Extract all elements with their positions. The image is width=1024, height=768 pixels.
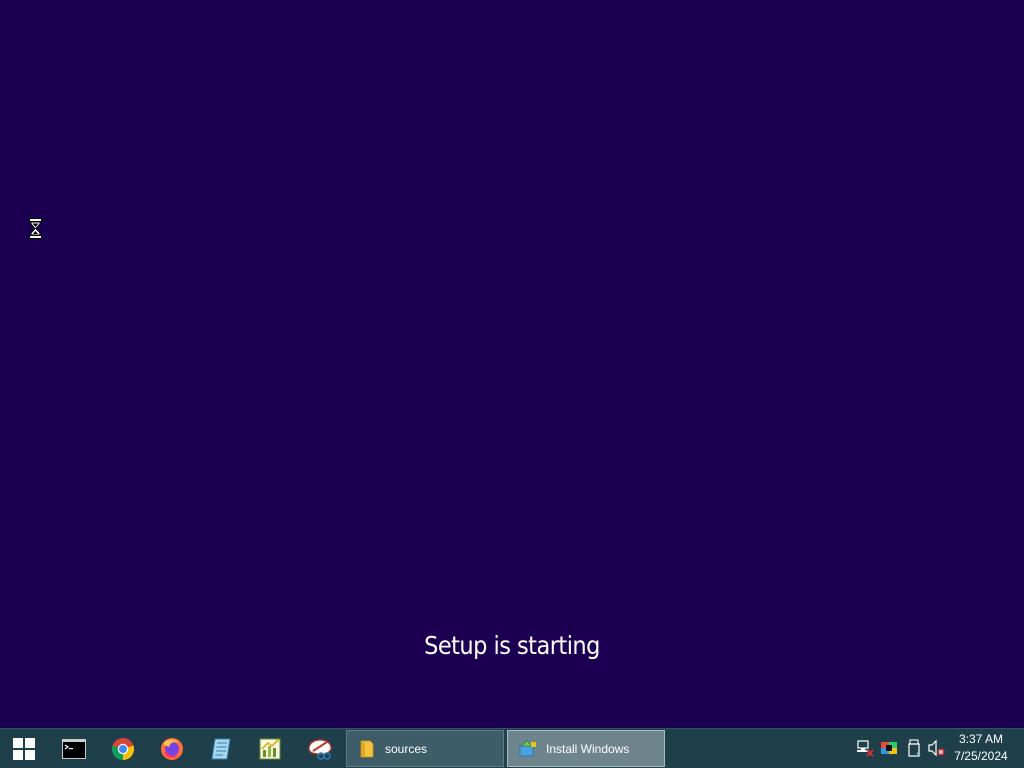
taskbar-item-label: sources (385, 741, 428, 756)
start-button[interactable] (0, 729, 48, 768)
snipping-tool-icon (308, 738, 332, 760)
pinned-chart-app[interactable] (246, 729, 294, 768)
install-windows-icon (519, 739, 536, 756)
setup-status-text: Setup is starting (424, 631, 600, 660)
pinned-notepad[interactable] (197, 729, 245, 768)
taskbar-item-install-windows[interactable]: Install Windows (507, 730, 665, 767)
system-clock[interactable]: 3:37 AM 7/25/2024 (948, 731, 1014, 765)
pinned-chrome[interactable] (99, 729, 147, 768)
usb-drive-icon[interactable] (905, 739, 923, 757)
notepad-icon (211, 738, 231, 759)
clock-time: 3:37 AM (958, 732, 1004, 746)
command-prompt-icon (62, 738, 86, 759)
firefox-icon (161, 737, 183, 760)
windows-logo-icon (13, 737, 35, 760)
pinned-command-prompt[interactable] (50, 729, 98, 768)
pinned-snipping-tool[interactable] (296, 729, 344, 768)
chart-app-icon (259, 737, 281, 759)
desktop: Setup is starting (0, 0, 1024, 728)
taskbar-item-sources[interactable]: sources (346, 730, 504, 767)
taskbar-item-label: Install Windows (546, 741, 630, 756)
hourglass-cursor-icon (29, 218, 42, 239)
network-icon[interactable] (856, 739, 874, 757)
clock-date: 7/25/2024 (954, 749, 1008, 763)
chrome-icon (111, 737, 135, 760)
pinned-firefox[interactable] (148, 729, 196, 768)
folder-icon (360, 740, 374, 757)
volume-muted-icon[interactable] (927, 739, 945, 757)
color-palette-icon[interactable] (880, 739, 898, 757)
taskbar: sources Install Windows 3:37 AM 7/25/202 (0, 728, 1024, 768)
